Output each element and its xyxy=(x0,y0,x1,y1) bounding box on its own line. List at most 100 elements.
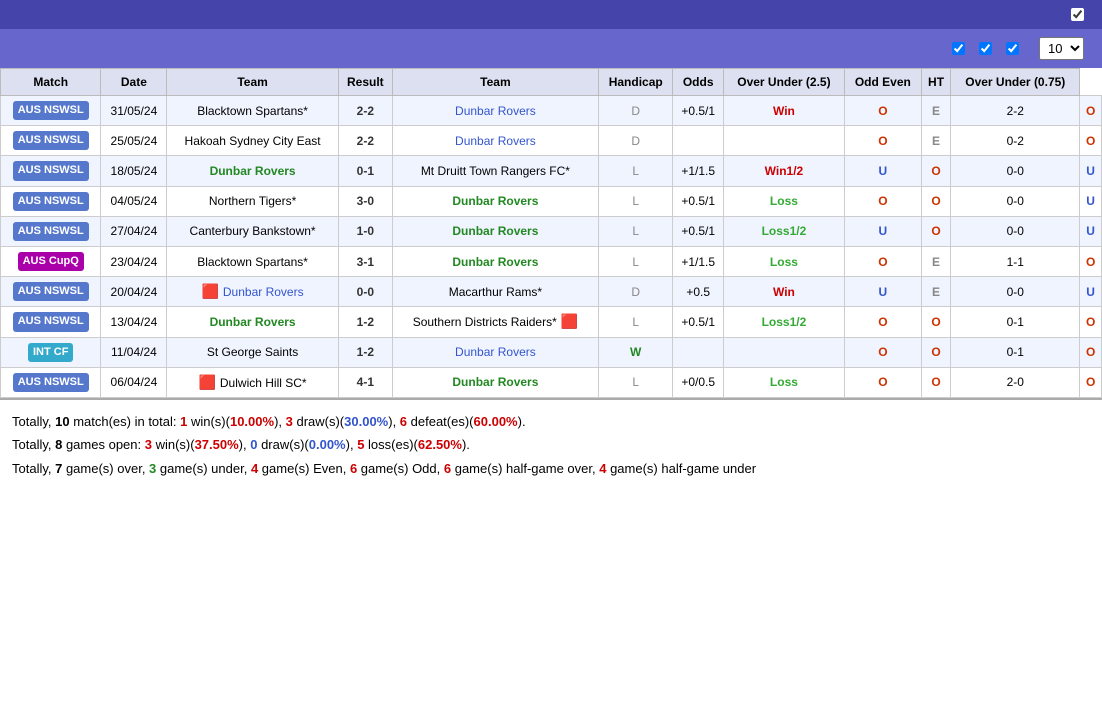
team1-name[interactable]: Hakoah Sydney City East xyxy=(167,126,339,156)
team2-name[interactable]: Dunbar Rovers xyxy=(392,246,598,276)
team1-name[interactable]: Northern Tigers* xyxy=(167,186,339,216)
col-team2: Team xyxy=(392,69,598,96)
filter-cupq[interactable] xyxy=(1006,42,1023,55)
match-date: 27/04/24 xyxy=(101,216,167,246)
handicap-value: +0.5 xyxy=(673,277,723,307)
over-under-075: U xyxy=(1080,277,1102,307)
match-badge: AUS NSWSL xyxy=(1,186,101,216)
odds-value: Win xyxy=(723,96,844,126)
match-badge: AUS CupQ xyxy=(1,246,101,276)
team2-name[interactable]: Mt Druitt Town Rangers FC* xyxy=(392,156,598,186)
match-result: 2-2 xyxy=(338,126,392,156)
team2-name[interactable]: Macarthur Rams* xyxy=(392,277,598,307)
odd-even: O xyxy=(921,216,951,246)
match-outcome-letter: D xyxy=(598,96,672,126)
team1-name[interactable]: Dunbar Rovers xyxy=(167,156,339,186)
ht-score: 0-0 xyxy=(951,186,1080,216)
filter-intcf[interactable] xyxy=(952,42,969,55)
ht-score: 0-1 xyxy=(951,337,1080,367)
match-badge: INT CF xyxy=(1,337,101,367)
handicap-value: +1/1.5 xyxy=(673,246,723,276)
team1-name[interactable]: 🟥 Dunbar Rovers xyxy=(167,277,339,307)
match-result: 2-2 xyxy=(338,96,392,126)
ht-score: 2-0 xyxy=(951,367,1080,397)
team1-name[interactable]: Blacktown Spartans* xyxy=(167,96,339,126)
display-notes-checkbox[interactable] xyxy=(1071,8,1084,21)
filter-nswsl[interactable] xyxy=(979,42,996,55)
match-outcome-letter: L xyxy=(598,186,672,216)
header-bar xyxy=(0,0,1102,29)
over-under-075: O xyxy=(1080,246,1102,276)
table-row: AUS NSWSL27/04/24Canterbury Bankstown*1-… xyxy=(1,216,1102,246)
match-outcome-letter: D xyxy=(598,277,672,307)
match-outcome-letter: L xyxy=(598,246,672,276)
odd-even: O xyxy=(921,307,951,337)
over-under-25: U xyxy=(844,216,921,246)
match-result: 3-0 xyxy=(338,186,392,216)
match-result: 1-2 xyxy=(338,307,392,337)
ht-score: 0-2 xyxy=(951,126,1080,156)
team1-name[interactable]: Blacktown Spartans* xyxy=(167,246,339,276)
table-row: AUS NSWSL25/05/24Hakoah Sydney City East… xyxy=(1,126,1102,156)
odds-value: Loss xyxy=(723,246,844,276)
col-oe: Odd Even xyxy=(844,69,921,96)
handicap-value: +0.5/1 xyxy=(673,307,723,337)
table-row: AUS NSWSL20/04/24🟥 Dunbar Rovers0-0Macar… xyxy=(1,277,1102,307)
odds-value xyxy=(723,126,844,156)
odds-value: Loss xyxy=(723,186,844,216)
odd-even: O xyxy=(921,186,951,216)
team2-name[interactable]: Dunbar Rovers xyxy=(392,337,598,367)
match-date: 18/05/24 xyxy=(101,156,167,186)
match-date: 23/04/24 xyxy=(101,246,167,276)
over-under-25: U xyxy=(844,277,921,307)
table-row: INT CF11/04/24St George Saints1-2Dunbar … xyxy=(1,337,1102,367)
odds-value: Loss xyxy=(723,367,844,397)
match-date: 20/04/24 xyxy=(101,277,167,307)
ht-score: 0-0 xyxy=(951,216,1080,246)
match-badge: AUS NSWSL xyxy=(1,307,101,337)
over-under-075: O xyxy=(1080,126,1102,156)
red-card-icon: 🟥 xyxy=(199,374,220,390)
table-row: AUS NSWSL31/05/24Blacktown Spartans*2-2D… xyxy=(1,96,1102,126)
match-result: 0-0 xyxy=(338,277,392,307)
over-under-25: O xyxy=(844,307,921,337)
match-badge: AUS NSWSL xyxy=(1,216,101,246)
team1-name[interactable]: Dunbar Rovers xyxy=(167,307,339,337)
match-outcome-letter: L xyxy=(598,367,672,397)
team2-name[interactable]: Dunbar Rovers xyxy=(392,186,598,216)
team2-name[interactable]: Dunbar Rovers xyxy=(392,216,598,246)
match-outcome-letter: D xyxy=(598,126,672,156)
col-ht: HT xyxy=(921,69,951,96)
team1-name[interactable]: 🟥 Dulwich Hill SC* xyxy=(167,367,339,397)
over-under-25: O xyxy=(844,337,921,367)
handicap-value xyxy=(673,126,723,156)
match-outcome-letter: L xyxy=(598,156,672,186)
table-row: AUS NSWSL18/05/24Dunbar Rovers0-1Mt Drui… xyxy=(1,156,1102,186)
odds-value xyxy=(723,337,844,367)
last-games-select[interactable]: 10 20 30 xyxy=(1039,37,1084,60)
team2-name[interactable]: Southern Districts Raiders* 🟥 xyxy=(392,307,598,337)
team2-name[interactable]: Dunbar Rovers xyxy=(392,367,598,397)
team1-name[interactable]: Canterbury Bankstown* xyxy=(167,216,339,246)
match-outcome-letter: L xyxy=(598,307,672,337)
match-badge: AUS NSWSL xyxy=(1,126,101,156)
summary-section: Totally, 10 match(es) in total: 1 win(s)… xyxy=(0,398,1102,490)
handicap-value: +0.5/1 xyxy=(673,96,723,126)
match-result: 1-2 xyxy=(338,337,392,367)
team2-name[interactable]: Dunbar Rovers xyxy=(392,126,598,156)
team1-name[interactable]: St George Saints xyxy=(167,337,339,367)
team2-name[interactable]: Dunbar Rovers xyxy=(392,96,598,126)
odd-even: E xyxy=(921,246,951,276)
match-result: 4-1 xyxy=(338,367,392,397)
match-date: 25/05/24 xyxy=(101,126,167,156)
odd-even: E xyxy=(921,96,951,126)
summary-line-3: Totally, 7 game(s) over, 3 game(s) under… xyxy=(12,457,1090,480)
ht-score: 0-0 xyxy=(951,156,1080,186)
col-ou075: Over Under (0.75) xyxy=(951,69,1080,96)
match-date: 04/05/24 xyxy=(101,186,167,216)
match-result: 0-1 xyxy=(338,156,392,186)
over-under-25: O xyxy=(844,126,921,156)
odds-value: Win1/2 xyxy=(723,156,844,186)
col-date: Date xyxy=(101,69,167,96)
summary-line-2: Totally, 8 games open: 3 win(s)(37.50%),… xyxy=(12,433,1090,456)
